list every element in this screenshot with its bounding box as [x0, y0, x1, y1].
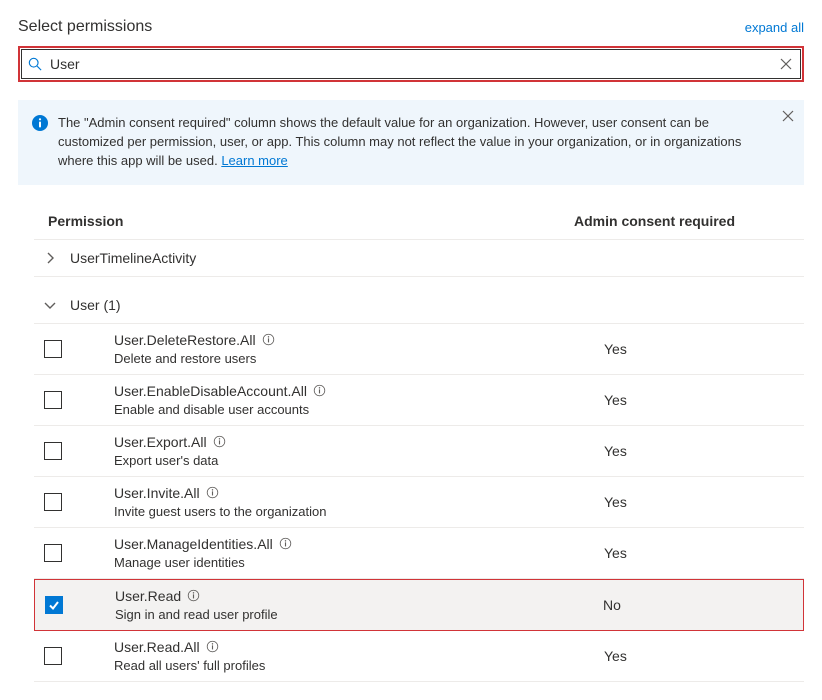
info-icon[interactable] — [262, 333, 275, 346]
permission-row: User.Read Sign in and read user profileNo — [34, 579, 804, 631]
consent-value: Yes — [604, 494, 804, 510]
permission-checkbox[interactable] — [44, 493, 62, 511]
permission-checkbox[interactable] — [44, 647, 62, 665]
permission-row: User.ManageIdentities.All Manage user ide… — [34, 528, 804, 579]
search-input[interactable] — [48, 55, 778, 73]
permissions-table: Permission Admin consent required UserTi… — [18, 205, 804, 682]
permission-checkbox[interactable] — [45, 596, 63, 614]
info-icon[interactable] — [313, 384, 326, 397]
consent-value: Yes — [604, 648, 804, 664]
close-banner-icon[interactable] — [782, 110, 794, 122]
permission-row: User.DeleteRestore.All Delete and restore… — [34, 324, 804, 375]
permission-name: User.Read — [115, 588, 181, 604]
permission-checkbox[interactable] — [44, 442, 62, 460]
clear-search-icon[interactable] — [778, 58, 794, 70]
chevron-down-icon — [44, 299, 60, 311]
permission-description: Read all users' full profiles — [114, 658, 604, 673]
column-consent: Admin consent required — [574, 213, 804, 229]
search-icon — [28, 57, 42, 71]
info-icon[interactable] — [213, 435, 226, 448]
permission-checkbox[interactable] — [44, 340, 62, 358]
permission-row: User.Export.All Export user's dataYes — [34, 426, 804, 477]
permission-name: User.EnableDisableAccount.All — [114, 383, 307, 399]
consent-value: Yes — [604, 341, 804, 357]
info-icon[interactable] — [187, 589, 200, 602]
permission-checkbox[interactable] — [44, 391, 62, 409]
permission-name: User.ManageIdentities.All — [114, 536, 273, 552]
chevron-right-icon — [44, 252, 60, 264]
search-container — [18, 46, 804, 82]
category-label: User (1) — [70, 297, 121, 313]
category-label: UserTimelineActivity — [70, 250, 196, 266]
info-icon[interactable] — [206, 640, 219, 653]
permission-name: User.DeleteRestore.All — [114, 332, 256, 348]
permission-row: User.Invite.All Invite guest users to the… — [34, 477, 804, 528]
expand-all-link[interactable]: expand all — [745, 20, 804, 35]
info-icon[interactable] — [206, 486, 219, 499]
consent-value: No — [603, 597, 803, 613]
consent-value: Yes — [604, 443, 804, 459]
checkmark-icon — [48, 599, 60, 611]
permission-row: User.EnableDisableAccount.All Enable and … — [34, 375, 804, 426]
consent-value: Yes — [604, 545, 804, 561]
permission-checkbox[interactable] — [44, 544, 62, 562]
permission-description: Enable and disable user accounts — [114, 402, 604, 417]
category-row-expanded[interactable]: User (1) — [34, 287, 804, 324]
info-banner: The "Admin consent required" column show… — [18, 100, 804, 185]
learn-more-link[interactable]: Learn more — [221, 153, 287, 168]
page-title: Select permissions — [18, 18, 152, 36]
permission-name: User.Export.All — [114, 434, 207, 450]
permission-description: Invite guest users to the organization — [114, 504, 604, 519]
permission-description: Sign in and read user profile — [115, 607, 603, 622]
permission-description: Delete and restore users — [114, 351, 604, 366]
info-icon[interactable] — [279, 537, 292, 550]
category-row-collapsed[interactable]: UserTimelineActivity — [34, 240, 804, 277]
banner-text: The "Admin consent required" column show… — [58, 115, 741, 168]
permission-name: User.Read.All — [114, 639, 200, 655]
permission-row: User.Read.All Read all users' full profil… — [34, 631, 804, 682]
info-icon — [32, 115, 48, 171]
column-permission: Permission — [34, 213, 574, 229]
consent-value: Yes — [604, 392, 804, 408]
permission-name: User.Invite.All — [114, 485, 200, 501]
permission-description: Manage user identities — [114, 555, 604, 570]
permission-description: Export user's data — [114, 453, 604, 468]
